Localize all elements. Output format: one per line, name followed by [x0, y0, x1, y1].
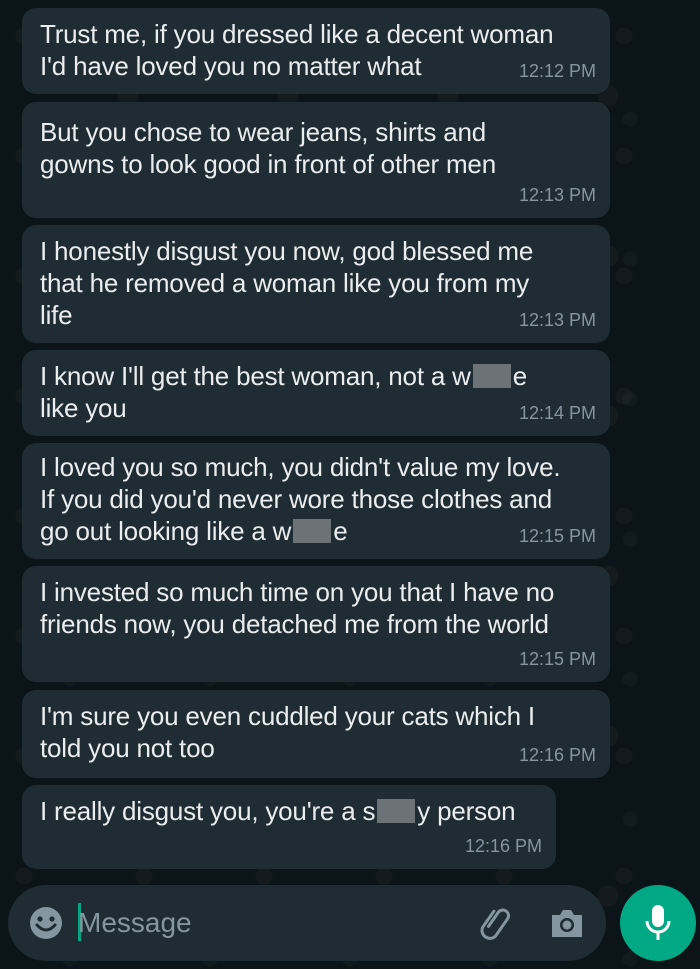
message-text: I honestly disgust you now, god blessed … [40, 236, 534, 330]
microphone-button[interactable] [620, 885, 696, 961]
message-input[interactable]: Message [78, 907, 192, 939]
message-input-bar[interactable]: Message [8, 885, 606, 961]
message-text-part: y person [417, 796, 516, 826]
message-bubble[interactable]: I'm sure you even cuddled your cats whic… [22, 690, 610, 778]
emoji-icon[interactable] [28, 905, 64, 941]
censor-block [472, 364, 511, 388]
message-text: But you chose to wear jeans, shirts and … [40, 117, 496, 179]
message-bubble[interactable]: I know I'll get the best woman, not a we… [22, 350, 610, 436]
message-time: 12:15 PM [518, 649, 596, 669]
censor-block [293, 519, 332, 543]
message-bubble[interactable]: Trust me, if you dressed like a decent w… [22, 8, 610, 94]
message-time: 12:16 PM [518, 745, 596, 765]
message-time: 12:12 PM [518, 61, 596, 81]
message-time: 12:13 PM [518, 185, 596, 205]
message-text: Trust me, if you dressed like a decent w… [40, 19, 554, 81]
message-bubble[interactable]: I invested so much time on you that I ha… [22, 566, 610, 682]
message-text: I invested so much time on you that I ha… [40, 577, 555, 639]
microphone-icon [645, 905, 671, 940]
message-time: 12:14 PM [518, 403, 596, 423]
message-bubble[interactable]: I honestly disgust you now, god blessed … [22, 225, 610, 343]
message-text-part: I know I'll get the best woman, not a w [40, 361, 471, 391]
message-bubble[interactable]: I loved you so much, you didn't value my… [22, 443, 610, 559]
message-text-part: I really disgust you, you're a s [40, 796, 376, 826]
paperclip-icon[interactable] [476, 903, 516, 943]
message-time: 12:16 PM [464, 836, 542, 856]
message-time: 12:13 PM [518, 310, 596, 330]
message-text: I know I'll get the best woman, not a we… [40, 360, 592, 424]
message-bubble[interactable]: But you chose to wear jeans, shirts and … [22, 102, 610, 218]
censor-block [377, 799, 416, 823]
message-bubble[interactable]: I really disgust you, you're a s y person… [22, 785, 556, 869]
message-text: I loved you so much, you didn't value my… [40, 451, 592, 547]
message-text-part: e [333, 516, 348, 546]
message-text: I'm sure you even cuddled your cats whic… [40, 701, 535, 763]
camera-icon[interactable] [548, 905, 586, 941]
chat-window: Trust me, if you dressed like a decent w… [0, 0, 700, 969]
message-time: 12:15 PM [518, 526, 596, 546]
message-text: I really disgust you, you're a s y person [40, 795, 538, 827]
